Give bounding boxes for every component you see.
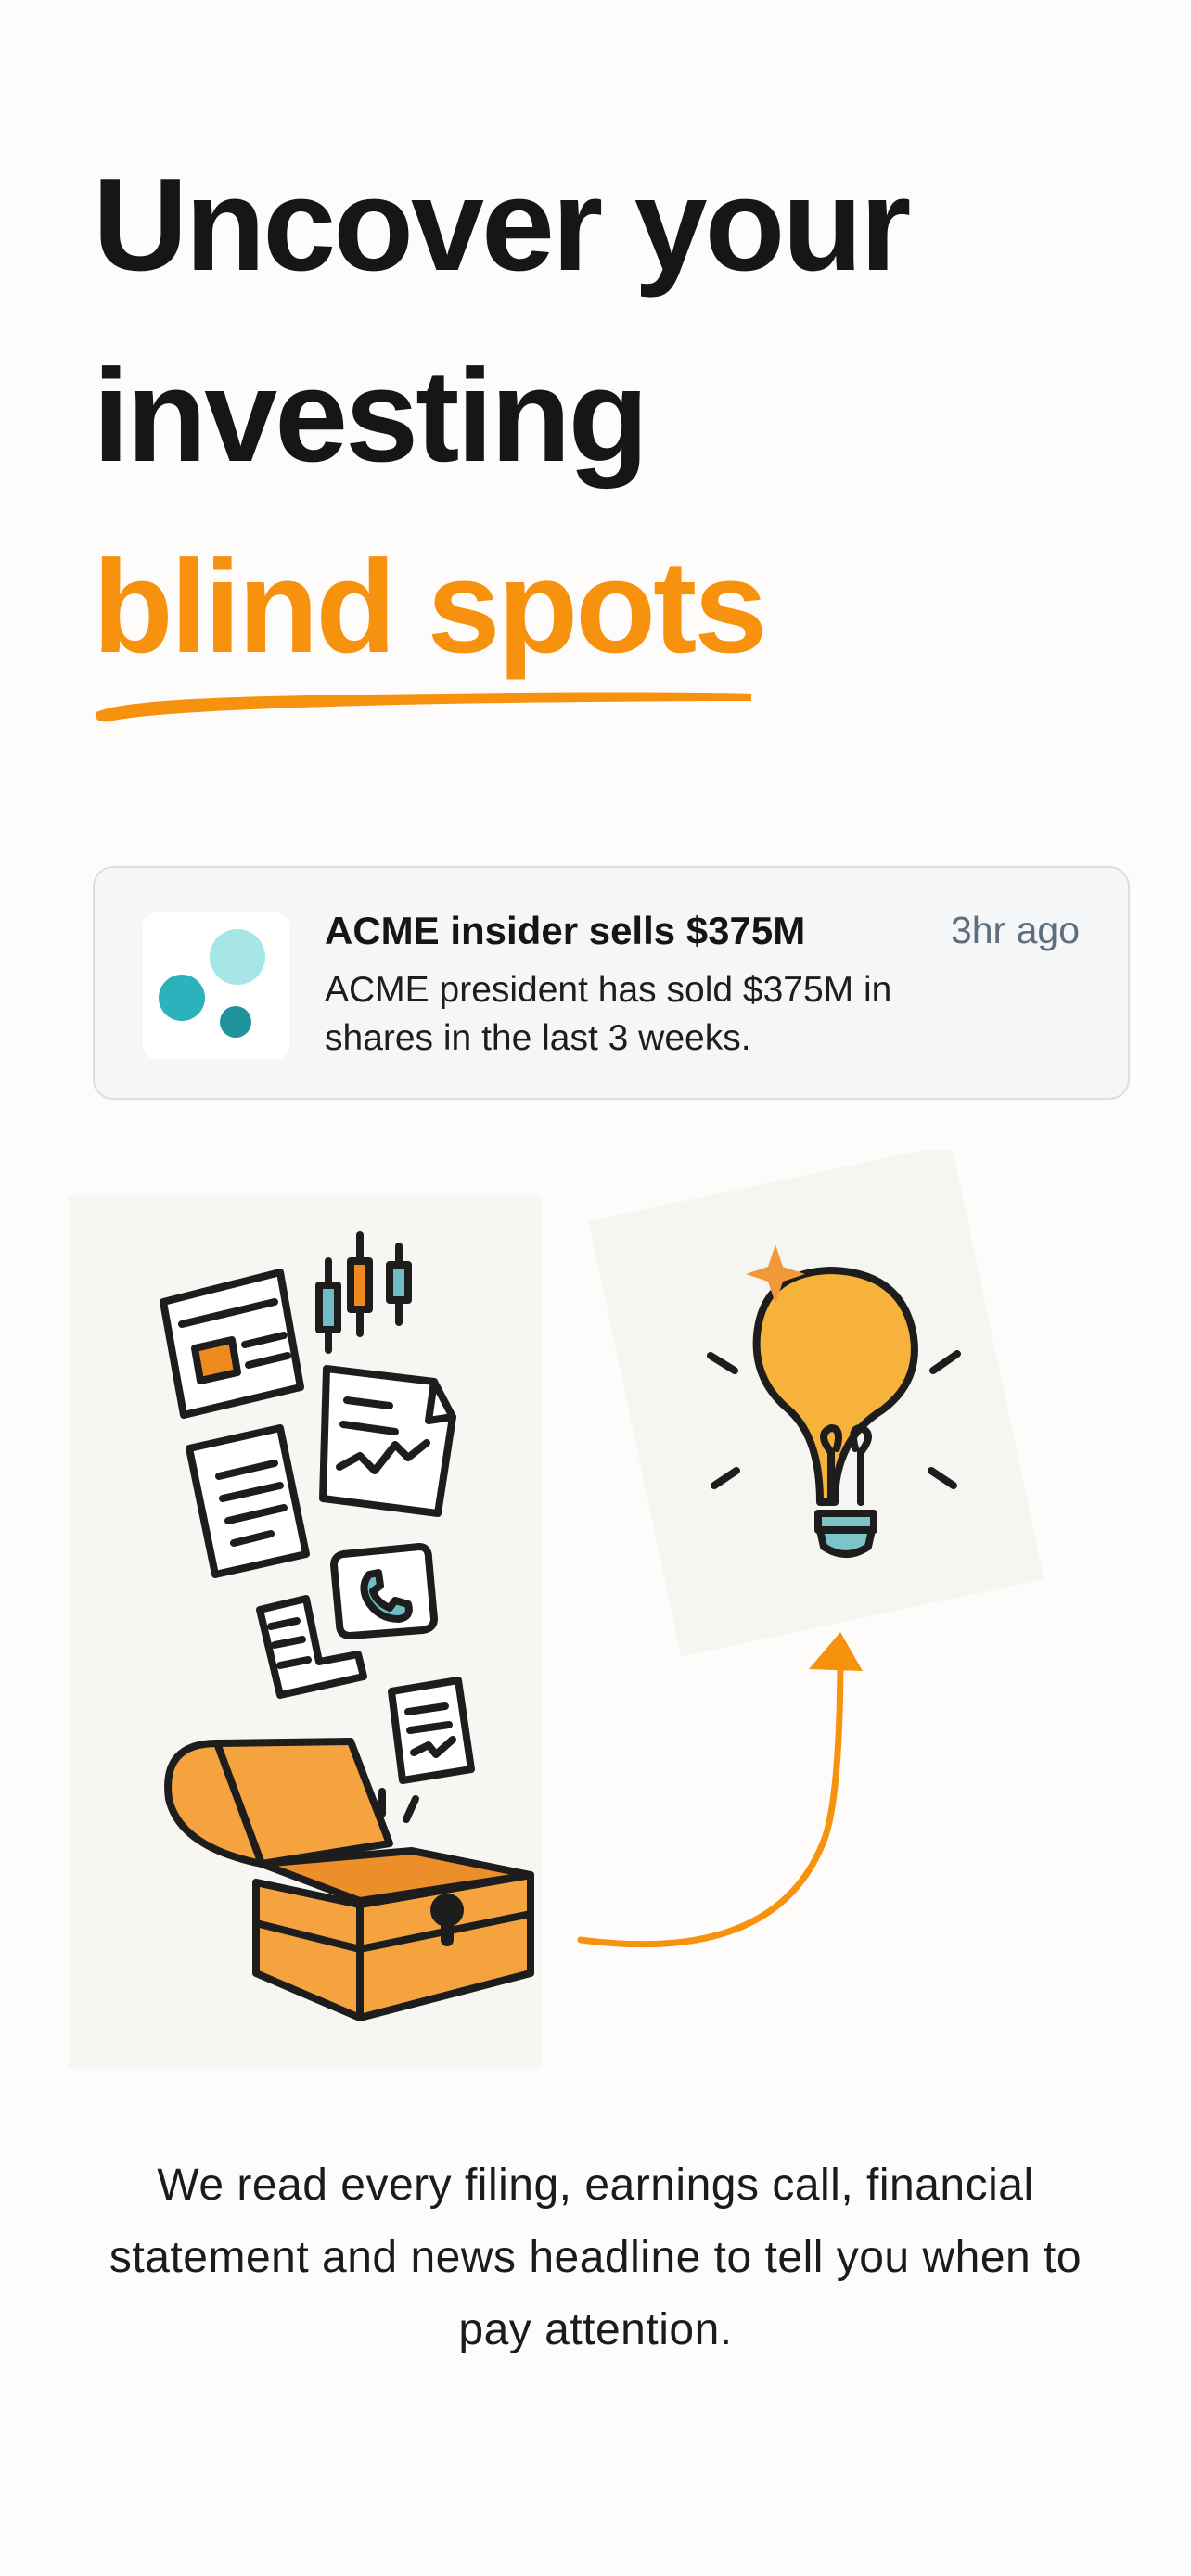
line-chart-document-icon xyxy=(319,1365,456,1517)
value-proposition-caption: We read every filing, earnings call, fin… xyxy=(109,2161,1082,2354)
hero-heading: Uncover your investing blind spots xyxy=(93,130,1113,703)
hero-line-accent: blind spots xyxy=(93,533,767,681)
hero-line-2: investing xyxy=(93,342,648,490)
phone-call-icon xyxy=(330,1543,438,1639)
alert-title: ACME insider sells $375M xyxy=(325,909,806,952)
alert-body: ACME president has sold $375M in shares … xyxy=(325,970,892,1058)
acme-logo-icon xyxy=(143,912,289,1059)
small-document-icon xyxy=(388,1677,475,1784)
accent-underline xyxy=(95,692,751,722)
curved-arrow-icon xyxy=(577,1632,863,1948)
blind-spots-illustration xyxy=(69,1150,1044,2068)
insider-alert-card[interactable]: ACME insider sells $375M 3hr ago ACME pr… xyxy=(93,866,1130,1100)
alert-timestamp: 3hr ago xyxy=(950,909,1080,951)
document-icon xyxy=(160,1269,304,1419)
hero-line-1: Uncover your xyxy=(93,151,911,299)
